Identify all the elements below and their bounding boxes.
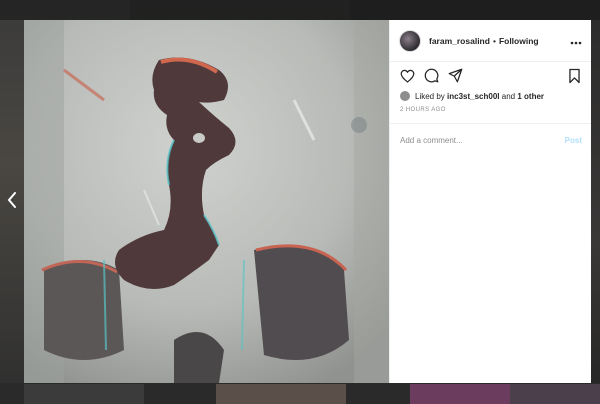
other-likers-link[interactable]: 1 other <box>517 92 544 101</box>
like-button[interactable] <box>399 69 415 88</box>
liker-avatar[interactable] <box>400 91 410 101</box>
liked-and-text: and <box>501 91 516 101</box>
more-options-icon <box>570 32 582 50</box>
liked-by-prefix: Liked by <box>415 91 445 101</box>
post-image-artwork <box>24 20 389 383</box>
background-feed-thumbnail <box>216 384 346 404</box>
following-button[interactable]: Following <box>499 36 539 46</box>
comment-form: Post <box>390 123 591 157</box>
liker-username-link[interactable]: inc3st_sch00l <box>447 92 499 101</box>
post-comment-button[interactable]: Post <box>565 136 582 145</box>
comment-input[interactable] <box>400 136 565 145</box>
avatar[interactable] <box>399 29 421 52</box>
heart-icon <box>400 69 415 88</box>
save-button[interactable] <box>566 68 582 86</box>
post-image[interactable] <box>24 20 389 383</box>
background-feed-thumbnail <box>24 384 144 404</box>
post-timestamp[interactable]: 2 HOURS AGO <box>390 101 591 113</box>
likes-summary: Liked by inc3st_sch00l and 1 other <box>390 86 591 101</box>
separator: • <box>492 35 496 46</box>
share-button[interactable] <box>447 68 463 88</box>
background-overlay <box>0 0 600 20</box>
background-feed-thumbnail <box>510 384 600 404</box>
share-icon <box>448 68 463 88</box>
comment-icon <box>424 68 439 88</box>
username-link[interactable]: faram_rosalind <box>429 36 490 46</box>
post-header: faram_rosalind • Following <box>390 20 591 62</box>
post-modal: faram_rosalind • Following Liked by inc3… <box>24 20 591 383</box>
action-bar <box>390 62 591 86</box>
more-options-button[interactable] <box>569 34 583 48</box>
background-feed-thumbnail <box>410 384 510 404</box>
previous-post-button[interactable] <box>3 190 21 214</box>
comment-button[interactable] <box>423 68 439 88</box>
post-details-panel: faram_rosalind • Following Liked by inc3… <box>389 20 591 383</box>
chevron-left-icon <box>7 191 17 213</box>
post-header-text: faram_rosalind • Following <box>429 36 569 46</box>
